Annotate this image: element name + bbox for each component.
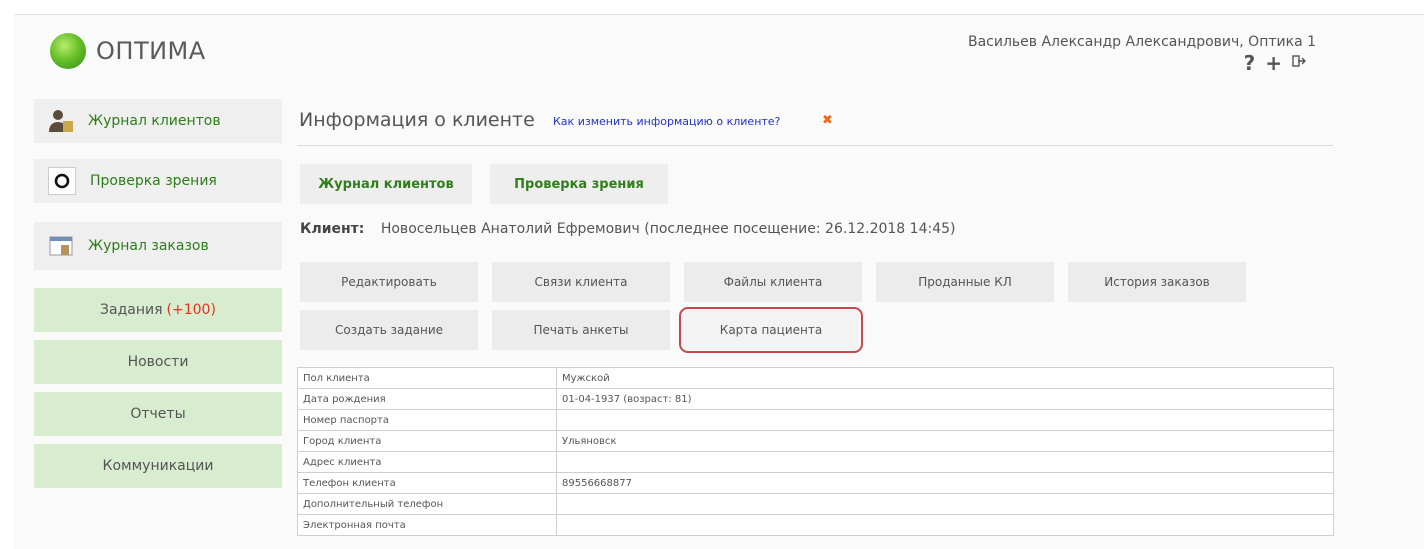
client-value: Новосельцев Анатолий Ефремович (последне…: [380, 221, 956, 237]
row-value: 89556668877: [556, 472, 1334, 494]
logo-icon: [50, 33, 86, 69]
menu-tasks-label: Задания: [100, 302, 163, 318]
menu-news-label: Новости: [127, 354, 189, 370]
sold-cl-button[interactable]: Проданные КЛ: [876, 262, 1054, 302]
sidebar-item-label: Журнал клиентов: [88, 113, 221, 129]
order-log-icon: [48, 233, 74, 259]
row-value: Ульяновск: [556, 430, 1334, 452]
edit-button[interactable]: Редактировать: [300, 262, 478, 302]
help-link[interactable]: Как изменить информацию о клиенте?: [553, 115, 780, 128]
row-value: [556, 409, 1334, 431]
patient-card-button[interactable]: Карта пациента: [679, 307, 863, 353]
sidebar-item-label: Журнал заказов: [88, 238, 209, 254]
sidebar-item-client-log[interactable]: Журнал клиентов: [34, 99, 282, 143]
menu-reports-label: Отчеты: [130, 406, 186, 422]
print-form-button[interactable]: Печать анкеты: [492, 310, 670, 350]
menu-communications[interactable]: Коммуникации: [34, 444, 282, 488]
header-icons: ? +: [1244, 51, 1306, 75]
table-row: Адрес клиента: [297, 451, 1334, 473]
plus-icon[interactable]: +: [1265, 51, 1282, 75]
page-title: Информация о клиенте: [299, 109, 535, 131]
table-row: Дата рождения 01-04-1937 (возраст: 81): [297, 388, 1334, 410]
table-row: Электронная почта: [297, 514, 1334, 536]
sidebar-item-vision-check[interactable]: Проверка зрения: [34, 159, 282, 203]
tab-vision-check[interactable]: Проверка зрения: [490, 164, 668, 204]
row-value: [556, 514, 1334, 536]
row-key: Город клиента: [297, 430, 557, 452]
row-key: Дата рождения: [297, 388, 557, 410]
sidebar-item-label: Проверка зрения: [90, 173, 217, 189]
tab-client-log[interactable]: Журнал клиентов: [300, 164, 472, 204]
row-value: [556, 493, 1334, 515]
menu-communications-label: Коммуникации: [102, 458, 214, 474]
divider: [297, 145, 1333, 146]
create-task-button[interactable]: Создать задание: [300, 310, 478, 350]
close-icon[interactable]: ✖: [822, 113, 833, 128]
row-key: Номер паспорта: [297, 409, 557, 431]
row-key: Пол клиента: [297, 367, 557, 389]
logo[interactable]: ОПТИМА: [50, 33, 206, 69]
client-files-button[interactable]: Файлы клиента: [684, 262, 862, 302]
menu-tasks[interactable]: Задания (+100): [34, 288, 282, 332]
eye-test-icon: [48, 167, 76, 195]
help-icon[interactable]: ?: [1244, 51, 1256, 75]
client-label: Клиент:: [300, 221, 365, 237]
table-row: Телефон клиента 89556668877: [297, 472, 1334, 494]
row-value: [556, 451, 1334, 473]
tasks-count-badge: (+100): [166, 302, 216, 318]
row-key: Адрес клиента: [297, 451, 557, 473]
user-icon: [48, 108, 74, 134]
client-links-button[interactable]: Связи клиента: [492, 262, 670, 302]
menu-news[interactable]: Новости: [34, 340, 282, 384]
table-row: Номер паспорта: [297, 409, 1334, 431]
logout-icon[interactable]: [1292, 55, 1306, 71]
row-key: Электронная почта: [297, 514, 557, 536]
user-name: Васильев Александр Александрович, Оптика…: [967, 34, 1316, 50]
row-value: 01-04-1937 (возраст: 81): [556, 388, 1334, 410]
sidebar-item-order-log[interactable]: Журнал заказов: [34, 222, 282, 270]
order-history-button[interactable]: История заказов: [1068, 262, 1246, 302]
table-row: Город клиента Ульяновск: [297, 430, 1334, 452]
client-info: Клиент: Новосельцев Анатолий Ефремович (…: [300, 221, 955, 237]
logo-text: ОПТИМА: [96, 37, 206, 65]
table-row: Дополнительный телефон: [297, 493, 1334, 515]
row-key: Дополнительный телефон: [297, 493, 557, 515]
table-row: Пол клиента Мужской: [297, 367, 1334, 389]
row-value: Мужской: [556, 367, 1334, 389]
client-info-table: Пол клиента Мужской Дата рождения 01-04-19…: [297, 367, 1334, 536]
menu-reports[interactable]: Отчеты: [34, 392, 282, 436]
row-key: Телефон клиента: [297, 472, 557, 494]
